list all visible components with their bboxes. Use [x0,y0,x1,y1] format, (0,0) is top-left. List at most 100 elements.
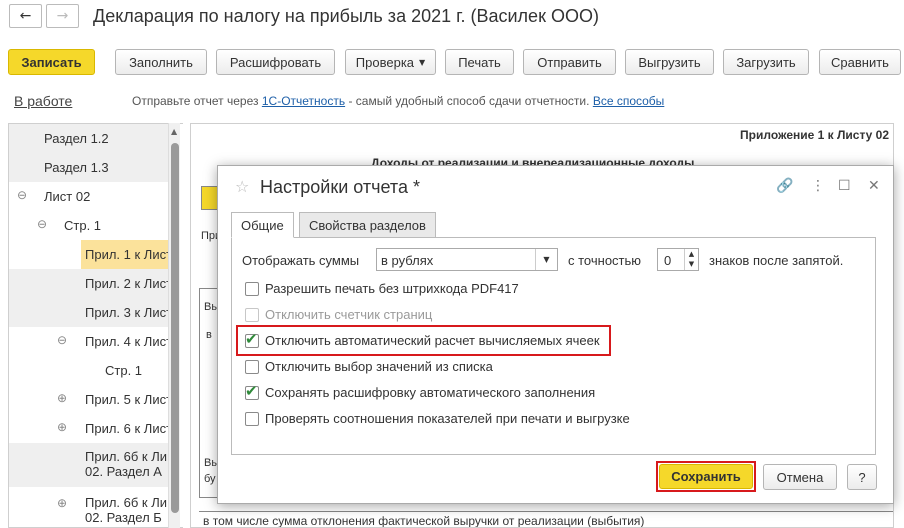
decode-button[interactable]: Расшифровать [216,49,335,75]
close-icon[interactable]: ✕ [868,178,880,194]
dialog-title: Настройки отчета * [260,177,420,197]
tree-item-line: 02. Раздел Б [85,510,162,525]
tree-item[interactable]: Прил. 2 к Листу 02 [9,269,169,298]
window-title: Декларация по налогу на прибыль за 2021 … [93,6,599,26]
sections-tree: Раздел 1.2 Раздел 1.3 ⊖ Лист 02 ⊖ Стр. 1 П… [8,123,183,528]
tree-item-label: Прил. 5 к Листу 02 [85,392,169,407]
more-icon[interactable]: ⋮ [811,178,825,194]
tree-item-label: Раздел 1.2 [44,131,109,146]
tree-item[interactable]: Прил. 6б к Ли 02. Раздел А [9,443,169,487]
tree-item[interactable]: ⊖ Прил. 4 к Листу 02 [9,327,169,356]
tree-item-label: Прил. 6 к Листу 02 [85,421,169,436]
status-link[interactable]: В работе [14,93,72,109]
dropdown-arrow-icon[interactable]: ▼ [535,249,557,270]
check-dropdown-button[interactable]: Проверка ▼ [345,49,436,75]
tab-general[interactable]: Общие [231,212,294,238]
notice-prefix: Отправьте отчет через [132,94,259,108]
checkmark-icon: ✔ [245,330,258,348]
option-label: Проверять соотношения показателей при пе… [265,411,630,426]
tree-item-label: Прил. 3 к Листу 02 [85,305,169,320]
star-icon[interactable]: ☆ [235,177,249,196]
save-decoding-checkbox[interactable]: ✔ [245,382,259,400]
decimals-label: знаков после запятой. [709,253,844,268]
link-icon[interactable]: 🔗 [776,178,793,194]
import-button[interactable]: Загрузить [723,49,809,75]
check-label: Проверка [355,54,415,70]
notice-middle: - самый удобный способ сдачи отчетности. [348,94,590,108]
expand-icon[interactable]: ⊕ [57,496,67,510]
export-button[interactable]: Выгрузить [625,49,714,75]
caret-down-icon: ▼ [419,57,426,67]
online-reporting-link[interactable]: 1С-Отчетность [262,94,345,108]
tree-item-label: Прил. 6б к Ли 02. Раздел Б [85,495,167,525]
sums-label: Отображать суммы [242,253,360,268]
collapse-icon[interactable]: ⊖ [17,188,27,202]
tree-item[interactable]: ⊕ Прил. 6б к Ли 02. Раздел Б [9,487,169,527]
tree-item[interactable]: ⊕ Прил. 6 к Листу 02 [9,414,169,443]
tree-item[interactable]: Стр. 1 [9,356,169,385]
fill-button[interactable]: Заполнить [115,49,207,75]
tree-item-label: Лист 02 [44,189,91,204]
scrollbar-thumb[interactable] [171,143,179,513]
tree-item[interactable]: ⊖ Стр. 1 [9,211,169,240]
precision-label: с точностью [568,253,642,268]
checkmark-icon: ✔ [245,382,258,400]
option-label: Сохранять расшифровку автоматического за… [265,385,596,400]
precision-stepper[interactable]: 0 ▲ ▼ [657,248,699,271]
tree-item[interactable]: Прил. 3 к Листу 02 [9,298,169,327]
tree-item-label: Раздел 1.3 [44,160,109,175]
arrow-left-icon: ← [19,8,32,24]
send-button[interactable]: Отправить [523,49,616,75]
allow-print-checkbox[interactable] [245,282,259,296]
notice-text: Отправьте отчет через 1С-Отчетность - са… [132,94,664,108]
document-row: в том числе сумма отклонения фактической… [199,511,893,527]
expand-icon[interactable]: ⊕ [57,391,67,405]
save-button[interactable]: Записать [8,49,95,75]
tree-item[interactable]: Раздел 1.3 [9,153,169,182]
compare-button[interactable]: Сравнить [819,49,901,75]
dialog-cancel-button[interactable]: Отмена [763,464,837,490]
dialog-save-button[interactable]: Сохранить [659,464,753,489]
sums-select[interactable]: в рублях ▼ [376,248,558,271]
option-label: Отключить выбор значений из списка [265,359,493,374]
tab-section-properties[interactable]: Свойства разделов [299,212,436,238]
option-label: Отключить автоматический расчет вычисляе… [265,333,600,348]
collapse-icon[interactable]: ⊖ [37,217,47,231]
tree-item-label: Прил. 1 к Листу 02 [81,240,169,269]
document-fragment: бу [204,473,216,485]
tree-item-label: Прил. 4 к Листу 02 [85,334,169,349]
tree-item-label: Прил. 2 к Листу 02 [85,276,169,291]
scroll-up-icon[interactable]: ▲ [171,127,177,136]
document-header: Приложение 1 к Листу 02 [740,128,889,142]
print-button[interactable]: Печать [445,49,514,75]
tree-item[interactable]: ⊖ Лист 02 [9,182,169,211]
all-methods-link[interactable]: Все способы [593,94,665,108]
tree-item-line: Прил. 6б к Ли [85,449,168,464]
option-label: Отключить счетчик страниц [265,307,433,322]
check-ratios-checkbox[interactable] [245,412,259,426]
disable-auto-calc-checkbox[interactable]: ✔ [245,330,259,348]
tree-item-selected[interactable]: Прил. 1 к Листу 02 [9,240,169,269]
tree-item-label: Прил. 6б к Ли 02. Раздел А [85,449,167,479]
option-label: Разрешить печать без штрихкода PDF417 [265,281,519,296]
disable-list-choice-checkbox[interactable] [245,360,259,374]
disable-page-counter-checkbox[interactable] [245,308,259,322]
expand-icon[interactable]: ⊕ [57,420,67,434]
stepper-arrows-icon[interactable]: ▲ ▼ [684,249,698,270]
arrow-right-icon: → [56,8,69,24]
general-panel: Отображать суммы в рублях ▼ с точностью … [231,237,876,455]
tree-item-label: Стр. 1 [64,218,102,233]
forward-button[interactable]: → [46,4,79,28]
maximize-icon[interactable]: ☐ [838,178,851,194]
precision-value: 0 [664,253,672,268]
document-fragment: в [206,329,212,341]
tree-item-label: Стр. 1 [105,363,143,378]
report-settings-dialog: ☆ Настройки отчета * 🔗 ⋮ ☐ ✕ Общие Свойс… [217,165,894,504]
back-button[interactable]: ← [9,4,42,28]
tree-scrollbar[interactable]: ▲ [168,123,180,528]
tree-item[interactable]: Раздел 1.2 [9,124,169,153]
collapse-icon[interactable]: ⊖ [57,333,67,347]
sums-value: в рублях [381,253,434,268]
tree-item[interactable]: ⊕ Прил. 5 к Листу 02 [9,385,169,414]
help-button[interactable]: ? [847,464,877,490]
